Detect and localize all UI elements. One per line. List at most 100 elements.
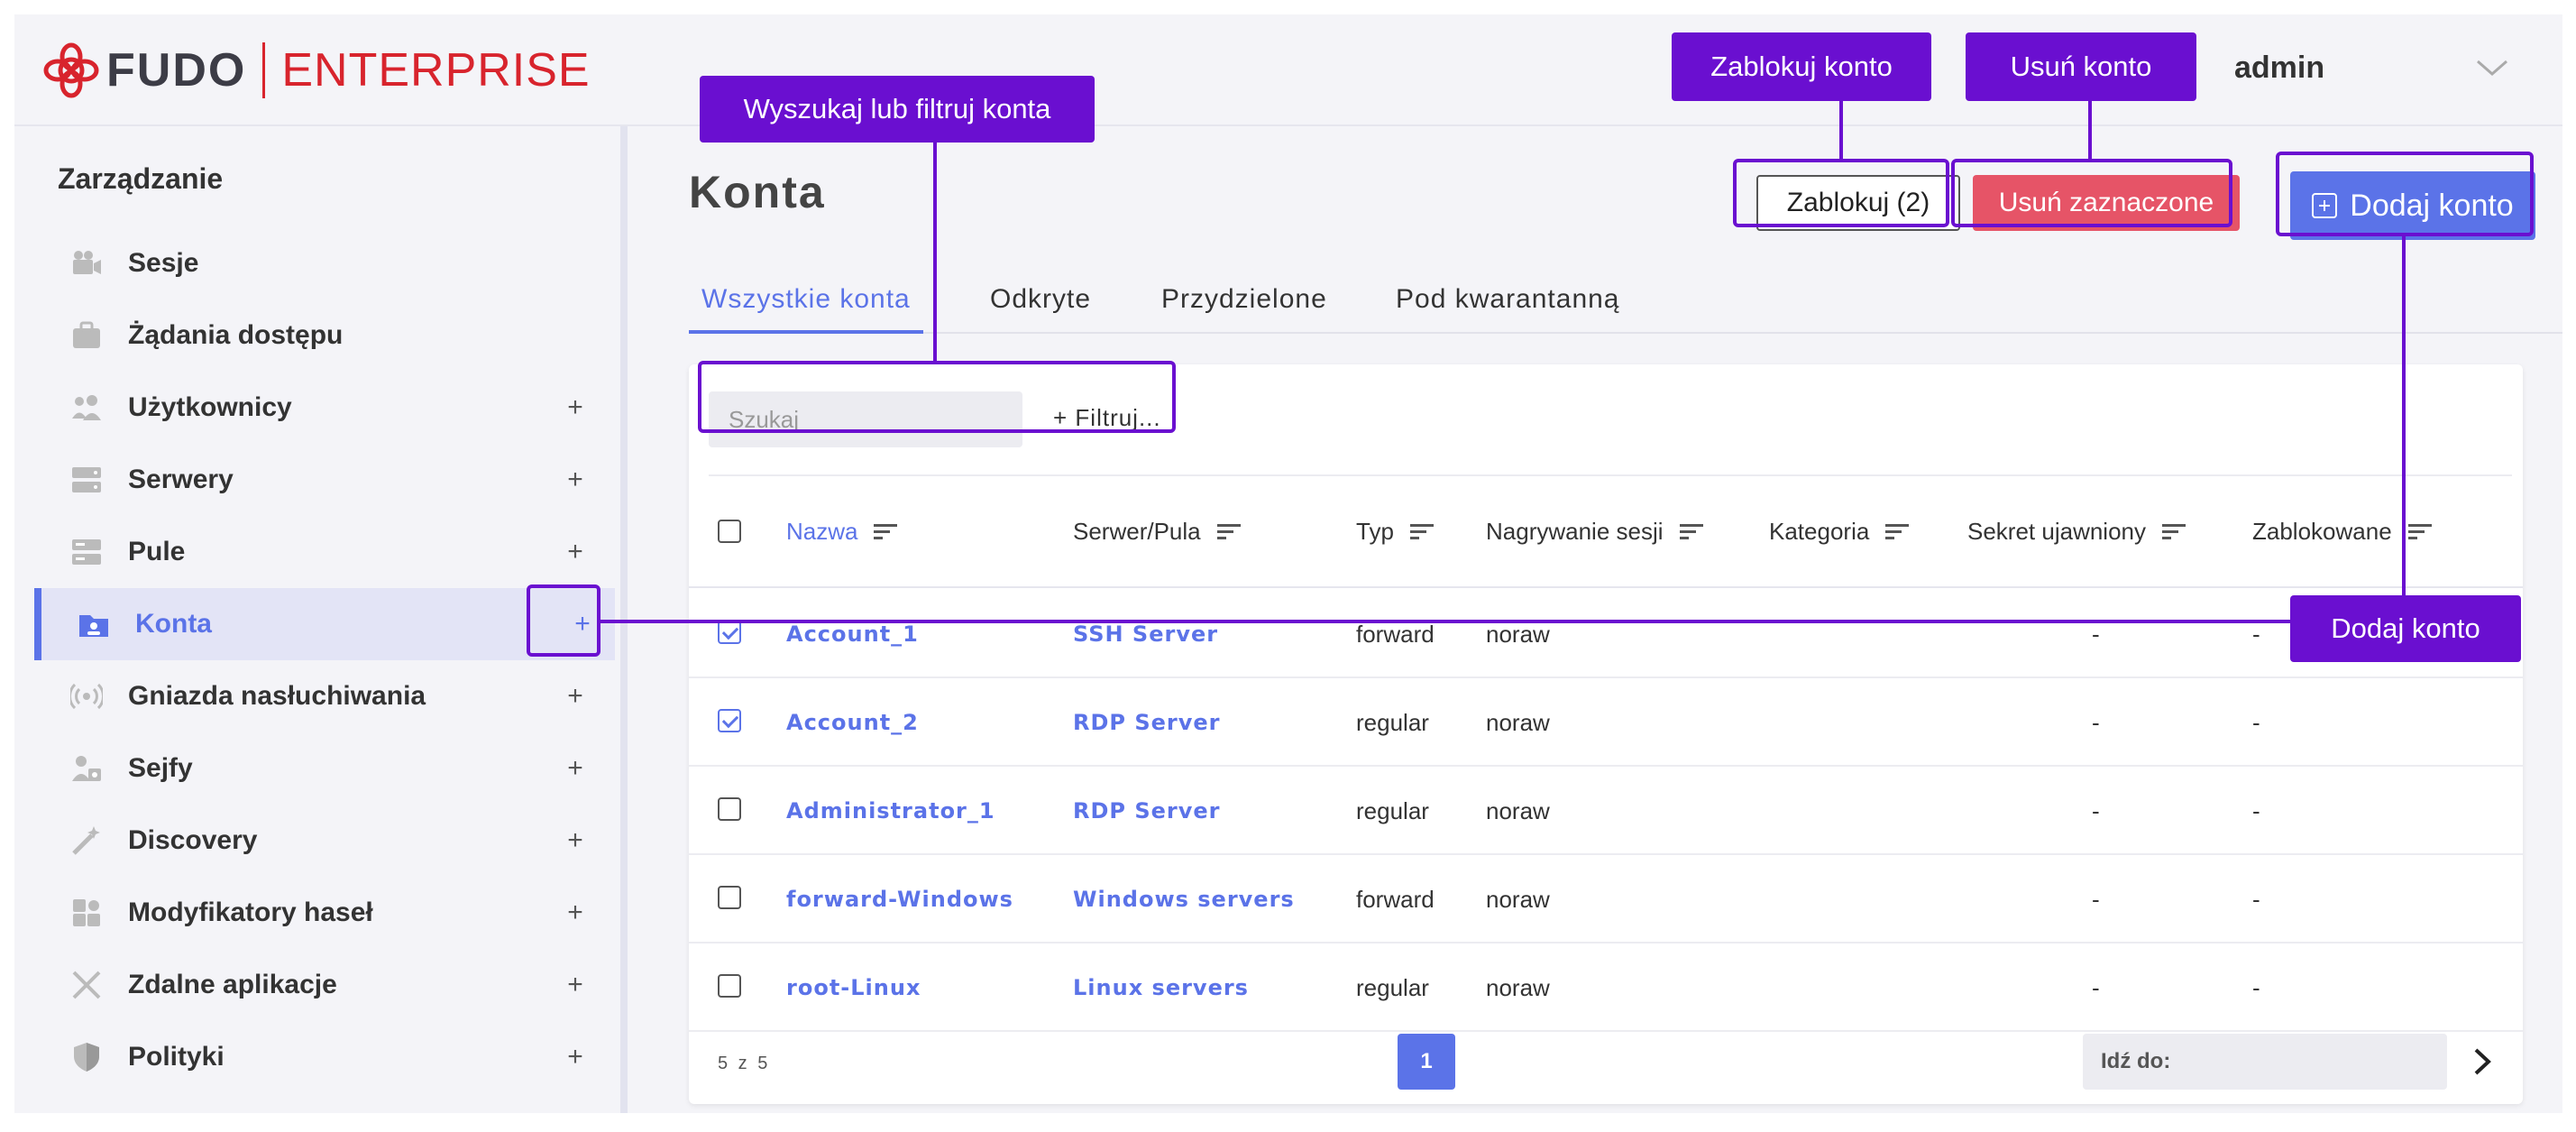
account-type: forward xyxy=(1356,886,1435,913)
account-type: regular xyxy=(1356,709,1429,736)
goto-page-input[interactable] xyxy=(2083,1034,2447,1090)
sort-icon[interactable] xyxy=(1885,522,1910,542)
sidebar-item-modyfikatory-hasel[interactable]: Modyfikatory haseł + xyxy=(34,877,615,949)
sidebar-heading: Zarządzanie xyxy=(58,162,224,195)
sort-icon[interactable] xyxy=(1409,522,1434,542)
table-row[interactable]: root-Linux Linux servers regular noraw -… xyxy=(689,943,2523,1032)
filter-button[interactable]: + Filtruj... xyxy=(1053,404,1161,432)
broadcast-icon xyxy=(70,683,103,710)
add-callout-line-horizontal xyxy=(600,620,2290,623)
row-checkbox[interactable] xyxy=(718,797,741,821)
sort-icon[interactable] xyxy=(2407,522,2432,542)
page-title: Konta xyxy=(689,167,826,217)
sidebar-item-pule[interactable]: Pule + xyxy=(34,516,615,588)
sidebar-item-gniazda-nasluchiwania[interactable]: Gniazda nasłuchiwania + xyxy=(34,660,615,732)
row-checkbox[interactable] xyxy=(718,974,741,998)
add-server-plus-button[interactable]: + xyxy=(557,462,593,498)
sort-icon[interactable] xyxy=(874,522,898,542)
sidebar-item-uzytkownicy[interactable]: Użytkownicy + xyxy=(34,372,615,444)
account-name-link[interactable]: root-Linux xyxy=(786,974,921,1001)
column-header-name[interactable]: Nazwa xyxy=(786,518,898,546)
add-policy-plus-button[interactable]: + xyxy=(557,1039,593,1075)
add-safe-plus-button[interactable]: + xyxy=(557,750,593,787)
sidebar: Zarządzanie Sesje Żądania dostępu Użytko… xyxy=(14,126,628,1113)
add-account-plus-button[interactable]: + xyxy=(564,606,600,642)
page-button-current[interactable]: 1 xyxy=(1398,1034,1455,1090)
server-link[interactable]: SSH Server xyxy=(1073,621,1218,648)
fudo-logo[interactable]: FUDO ENTERPRISE xyxy=(41,34,591,106)
server-link[interactable]: Linux servers xyxy=(1073,974,1249,1001)
row-checkbox[interactable] xyxy=(718,709,741,732)
tab-all-accounts[interactable]: Wszystkie konta xyxy=(689,280,923,334)
secret-revealed: - xyxy=(2092,621,2100,648)
table-row[interactable]: Account_1 SSH Server forward noraw - - xyxy=(689,590,2523,678)
sidebar-item-label: Polityki xyxy=(128,1042,225,1072)
sidebar-item-label: Żądania dostępu xyxy=(128,320,344,350)
sidebar-item-zadania-dostepu[interactable]: Żądania dostępu xyxy=(34,299,615,372)
tools-icon xyxy=(72,971,101,999)
add-discovery-plus-button[interactable]: + xyxy=(557,823,593,859)
column-header-server[interactable]: Serwer/Pula xyxy=(1073,518,1241,546)
account-type: regular xyxy=(1356,974,1429,1001)
table-header: Nazwa Serwer/Pula Typ Nagrywanie sesji K… xyxy=(689,476,2523,588)
sidebar-item-konta[interactable]: Konta + xyxy=(34,588,615,660)
add-account-button[interactable]: Dodaj konto xyxy=(2290,171,2535,240)
sidebar-item-polityki[interactable]: Polityki + xyxy=(34,1021,615,1093)
column-header-recording[interactable]: Nagrywanie sesji xyxy=(1486,518,1703,546)
server-link[interactable]: RDP Server xyxy=(1073,797,1221,824)
sidebar-item-label: Gniazda nasłuchiwania xyxy=(128,681,426,711)
sidebar-item-label: Serwery xyxy=(128,465,234,494)
select-all-checkbox[interactable] xyxy=(718,520,741,543)
table-row[interactable]: forward-Windows Windows servers forward … xyxy=(689,855,2523,943)
column-header-category[interactable]: Kategoria xyxy=(1769,518,1910,546)
account-name-link[interactable]: Account_2 xyxy=(786,709,919,736)
secret-revealed: - xyxy=(2092,886,2100,913)
user-menu-name[interactable]: admin xyxy=(2234,51,2324,86)
delete-selected-button[interactable]: Usuń zaznaczone xyxy=(1973,175,2240,231)
server-link[interactable]: RDP Server xyxy=(1073,709,1221,736)
chevron-down-icon[interactable] xyxy=(2474,54,2510,81)
column-header-type[interactable]: Typ xyxy=(1356,518,1434,546)
sort-icon[interactable] xyxy=(1679,522,1703,542)
server-link[interactable]: Windows servers xyxy=(1073,886,1295,913)
shield-icon xyxy=(74,1043,99,1072)
column-header-secret-revealed[interactable]: Sekret ujawniony xyxy=(1967,518,2186,546)
users-icon xyxy=(72,395,101,420)
table-row[interactable]: Administrator_1 RDP Server regular noraw… xyxy=(689,767,2523,855)
tab-assigned[interactable]: Przydzielone xyxy=(1161,280,1327,334)
sort-icon[interactable] xyxy=(1216,522,1241,542)
secret-revealed: - xyxy=(2092,974,2100,1001)
account-name-link[interactable]: Administrator_1 xyxy=(786,797,995,824)
sidebar-item-label: Sejfy xyxy=(128,753,193,783)
sidebar-item-serwery[interactable]: Serwery + xyxy=(34,444,615,516)
table-row[interactable]: Account_2 RDP Server regular noraw - - xyxy=(689,678,2523,767)
server-icon xyxy=(72,467,101,492)
add-remote-app-plus-button[interactable]: + xyxy=(557,967,593,1003)
add-listener-plus-button[interactable]: + xyxy=(557,678,593,714)
locked-status: - xyxy=(2252,709,2260,736)
column-header-label: Kategoria xyxy=(1769,518,1870,545)
add-user-plus-button[interactable]: + xyxy=(557,390,593,426)
sort-icon[interactable] xyxy=(2162,522,2186,542)
row-checkbox[interactable] xyxy=(718,621,741,644)
account-name-link[interactable]: Account_1 xyxy=(786,621,919,648)
account-name-link[interactable]: forward-Windows xyxy=(786,886,1013,913)
sidebar-item-sejfy[interactable]: Sejfy + xyxy=(34,732,615,805)
sidebar-item-zdalne-aplikacje[interactable]: Zdalne aplikacje + xyxy=(34,949,615,1021)
tab-bar: Wszystkie konta Odkryte Przydzielone Pod… xyxy=(689,280,2562,334)
locked-status: - xyxy=(2252,621,2260,648)
tab-discovered[interactable]: Odkryte xyxy=(990,280,1091,334)
chevron-right-icon[interactable] xyxy=(2469,1046,2496,1077)
fudo-logo-icon xyxy=(43,42,99,98)
search-input[interactable] xyxy=(709,391,1022,447)
tab-quarantined[interactable]: Pod kwarantanną xyxy=(1396,280,1620,334)
sidebar-item-discovery[interactable]: Discovery + xyxy=(34,805,615,877)
add-pool-plus-button[interactable]: + xyxy=(557,534,593,570)
lock-selected-button[interactable]: Zablokuj (2) xyxy=(1756,175,1960,231)
logo-separator xyxy=(262,42,266,98)
add-password-changer-plus-button[interactable]: + xyxy=(557,895,593,931)
sidebar-item-sesje[interactable]: Sesje xyxy=(34,227,615,299)
row-checkbox[interactable] xyxy=(718,886,741,909)
session-recording: noraw xyxy=(1486,621,1550,648)
pool-icon xyxy=(72,539,101,565)
